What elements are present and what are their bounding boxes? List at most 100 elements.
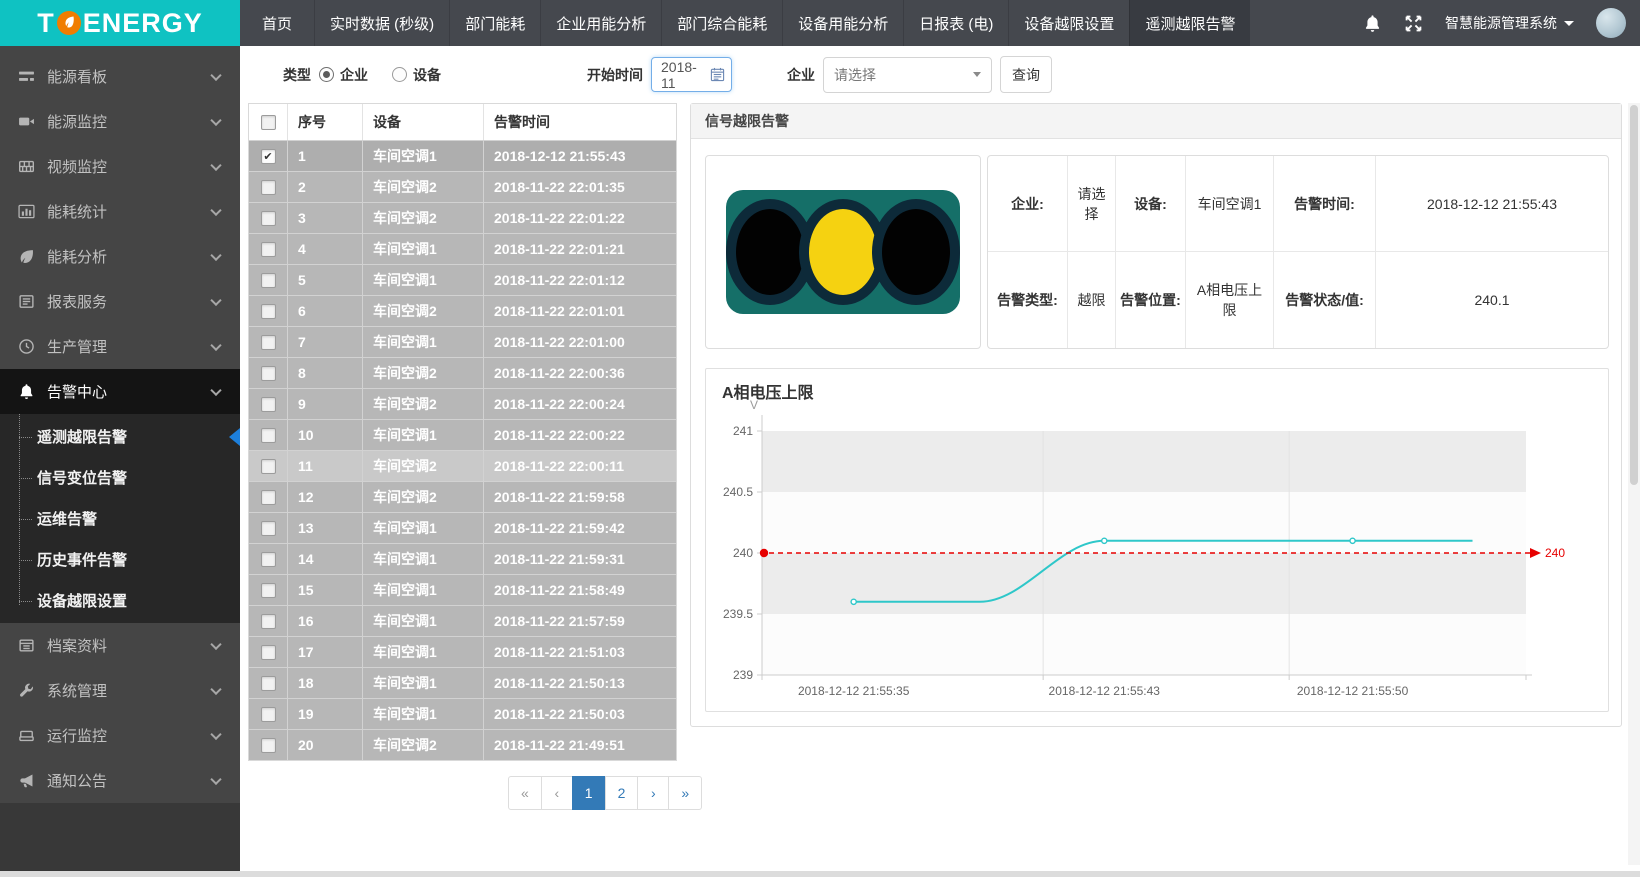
type-radio-label[interactable]: 企业 xyxy=(340,65,368,85)
table-row[interactable]: 13车间空调12018-11-22 21:59:42 xyxy=(249,512,676,543)
sidebar-subitem[interactable]: 信号变位告警 xyxy=(0,457,240,498)
nav-item[interactable]: 首页 xyxy=(240,0,314,46)
row-checkbox[interactable] xyxy=(261,242,276,257)
row-checkbox[interactable] xyxy=(261,552,276,567)
notifications-bell-icon[interactable] xyxy=(1363,14,1382,33)
table-row[interactable]: 4车间空调12018-11-22 22:01:21 xyxy=(249,233,676,264)
type-radio-设备[interactable] xyxy=(392,67,407,82)
sidebar-item-8[interactable]: 档案资料 xyxy=(0,623,240,668)
sidebar-item-label: 能源看板 xyxy=(47,66,107,87)
table-row[interactable]: 3车间空调22018-11-22 22:01:22 xyxy=(249,202,676,233)
table-row[interactable]: 18车间空调12018-11-22 21:50:13 xyxy=(249,667,676,698)
row-checkbox[interactable] xyxy=(261,521,276,536)
sidebar-item-5[interactable]: 报表服务 xyxy=(0,279,240,324)
row-device: 车间空调2 xyxy=(363,729,484,760)
table-row[interactable]: 10车间空调12018-11-22 22:00:22 xyxy=(249,419,676,450)
barchart-icon xyxy=(18,203,35,220)
sidebar-item-9[interactable]: 系统管理 xyxy=(0,668,240,713)
table-row[interactable]: 15车间空调12018-11-22 21:58:49 xyxy=(249,574,676,605)
sidebar-subitem[interactable]: 设备越限设置 xyxy=(0,580,240,621)
nav-item[interactable]: 企业用能分析 xyxy=(540,0,661,46)
nav-item[interactable]: 部门能耗 xyxy=(449,0,540,46)
chevron-down-icon xyxy=(210,294,221,305)
info-label: 企业: xyxy=(988,156,1068,252)
sidebar-item-6[interactable]: 生产管理 xyxy=(0,324,240,369)
row-checkbox[interactable] xyxy=(261,397,276,412)
row-checkbox[interactable] xyxy=(261,459,276,474)
row-checkbox[interactable]: ✔ xyxy=(261,149,276,164)
table-row[interactable]: 6车间空调22018-11-22 22:01:01 xyxy=(249,295,676,326)
sidebar-item-10[interactable]: 运行监控 xyxy=(0,713,240,758)
nav-item[interactable]: 设备越限设置 xyxy=(1008,0,1129,46)
type-radio-label[interactable]: 设备 xyxy=(413,65,441,85)
pagination-button[interactable]: » xyxy=(668,776,702,810)
pagination-button[interactable]: ‹ xyxy=(541,776,573,810)
row-checkbox[interactable] xyxy=(261,304,276,319)
sidebar-subitem[interactable]: 运维告警 xyxy=(0,498,240,539)
table-row[interactable]: 17车间空调12018-11-22 21:51:03 xyxy=(249,636,676,667)
sidebar-subitem[interactable]: 历史事件告警 xyxy=(0,539,240,580)
row-checkbox[interactable] xyxy=(261,335,276,350)
select-all-checkbox[interactable] xyxy=(261,115,276,130)
row-checkbox[interactable] xyxy=(261,614,276,629)
table-row[interactable]: 8车间空调22018-11-22 22:00:36 xyxy=(249,357,676,388)
nav-item[interactable]: 日报表 (电) xyxy=(903,0,1008,46)
table-row[interactable]: 16车间空调12018-11-22 21:57:59 xyxy=(249,605,676,636)
scrollbar-thumb[interactable] xyxy=(1630,105,1638,485)
row-index: 5 xyxy=(288,264,363,295)
row-checkbox[interactable] xyxy=(261,676,276,691)
type-radio-企业[interactable] xyxy=(319,67,334,82)
nav-item[interactable]: 设备用能分析 xyxy=(782,0,903,46)
row-checkbox[interactable] xyxy=(261,645,276,660)
sidebar-subitem[interactable]: 遥测越限告警 xyxy=(0,416,240,457)
pagination-button[interactable]: « xyxy=(508,776,542,810)
start-time-input[interactable]: 2018-11 xyxy=(651,57,732,92)
nav-item[interactable]: 实时数据 (秒级) xyxy=(314,0,449,46)
calendar-icon[interactable] xyxy=(710,67,725,82)
table-row[interactable]: ✔1车间空调12018-12-12 21:55:43 xyxy=(249,140,676,171)
fullscreen-icon[interactable] xyxy=(1404,14,1423,33)
table-row[interactable]: 9车间空调22018-11-22 22:00:24 xyxy=(249,388,676,419)
info-label: 设备: xyxy=(1116,156,1186,252)
traffic-light-card xyxy=(705,155,981,349)
row-checkbox[interactable] xyxy=(261,211,276,226)
company-select[interactable]: 请选择 xyxy=(823,57,992,93)
row-checkbox[interactable] xyxy=(261,738,276,753)
user-system-dropdown[interactable]: 智慧能源管理系统 xyxy=(1445,13,1574,33)
table-row[interactable]: 5车间空调12018-11-22 22:01:12 xyxy=(249,264,676,295)
sidebar-item-0[interactable]: 能源看板 xyxy=(0,54,240,99)
table-row[interactable]: 19车间空调12018-11-22 21:50:03 xyxy=(249,698,676,729)
row-device: 车间空调1 xyxy=(363,698,484,729)
table-row[interactable]: 2车间空调22018-11-22 22:01:35 xyxy=(249,171,676,202)
row-index: 11 xyxy=(288,450,363,481)
row-checkbox[interactable] xyxy=(261,428,276,443)
table-row[interactable]: 7车间空调12018-11-22 22:01:00 xyxy=(249,326,676,357)
row-device: 车间空调1 xyxy=(363,326,484,357)
nav-item[interactable]: 部门综合能耗 xyxy=(661,0,782,46)
sidebar-item-3[interactable]: 能耗统计 xyxy=(0,189,240,234)
row-checkbox[interactable] xyxy=(261,707,276,722)
pagination-button[interactable]: 2 xyxy=(605,776,639,810)
info-value: 越限 xyxy=(1068,252,1116,348)
row-checkbox[interactable] xyxy=(261,180,276,195)
table-row[interactable]: 14车间空调12018-11-22 21:59:31 xyxy=(249,543,676,574)
row-checkbox[interactable] xyxy=(261,273,276,288)
sidebar-item-11[interactable]: 通知公告 xyxy=(0,758,240,803)
row-checkbox[interactable] xyxy=(261,583,276,598)
sidebar-item-7[interactable]: 告警中心 xyxy=(0,369,240,414)
pagination-button[interactable]: 1 xyxy=(572,776,606,810)
sidebar-item-1[interactable]: 能源监控 xyxy=(0,99,240,144)
query-button[interactable]: 查询 xyxy=(1000,56,1052,93)
row-checkbox[interactable] xyxy=(261,366,276,381)
pagination-button[interactable]: › xyxy=(637,776,669,810)
pagination: «‹12›» xyxy=(508,776,702,810)
sidebar-item-4[interactable]: 能耗分析 xyxy=(0,234,240,279)
sidebar-item-2[interactable]: 视频监控 xyxy=(0,144,240,189)
table-row[interactable]: 11车间空调22018-11-22 22:00:11 xyxy=(249,450,676,481)
svg-text:2018-12-12 21:55:50: 2018-12-12 21:55:50 xyxy=(1297,684,1409,698)
nav-item[interactable]: 遥测越限告警 xyxy=(1129,0,1250,46)
table-row[interactable]: 12车间空调22018-11-22 21:59:58 xyxy=(249,481,676,512)
avatar[interactable] xyxy=(1596,8,1626,38)
table-row[interactable]: 20车间空调22018-11-22 21:49:51 xyxy=(249,729,676,760)
row-checkbox[interactable] xyxy=(261,490,276,505)
